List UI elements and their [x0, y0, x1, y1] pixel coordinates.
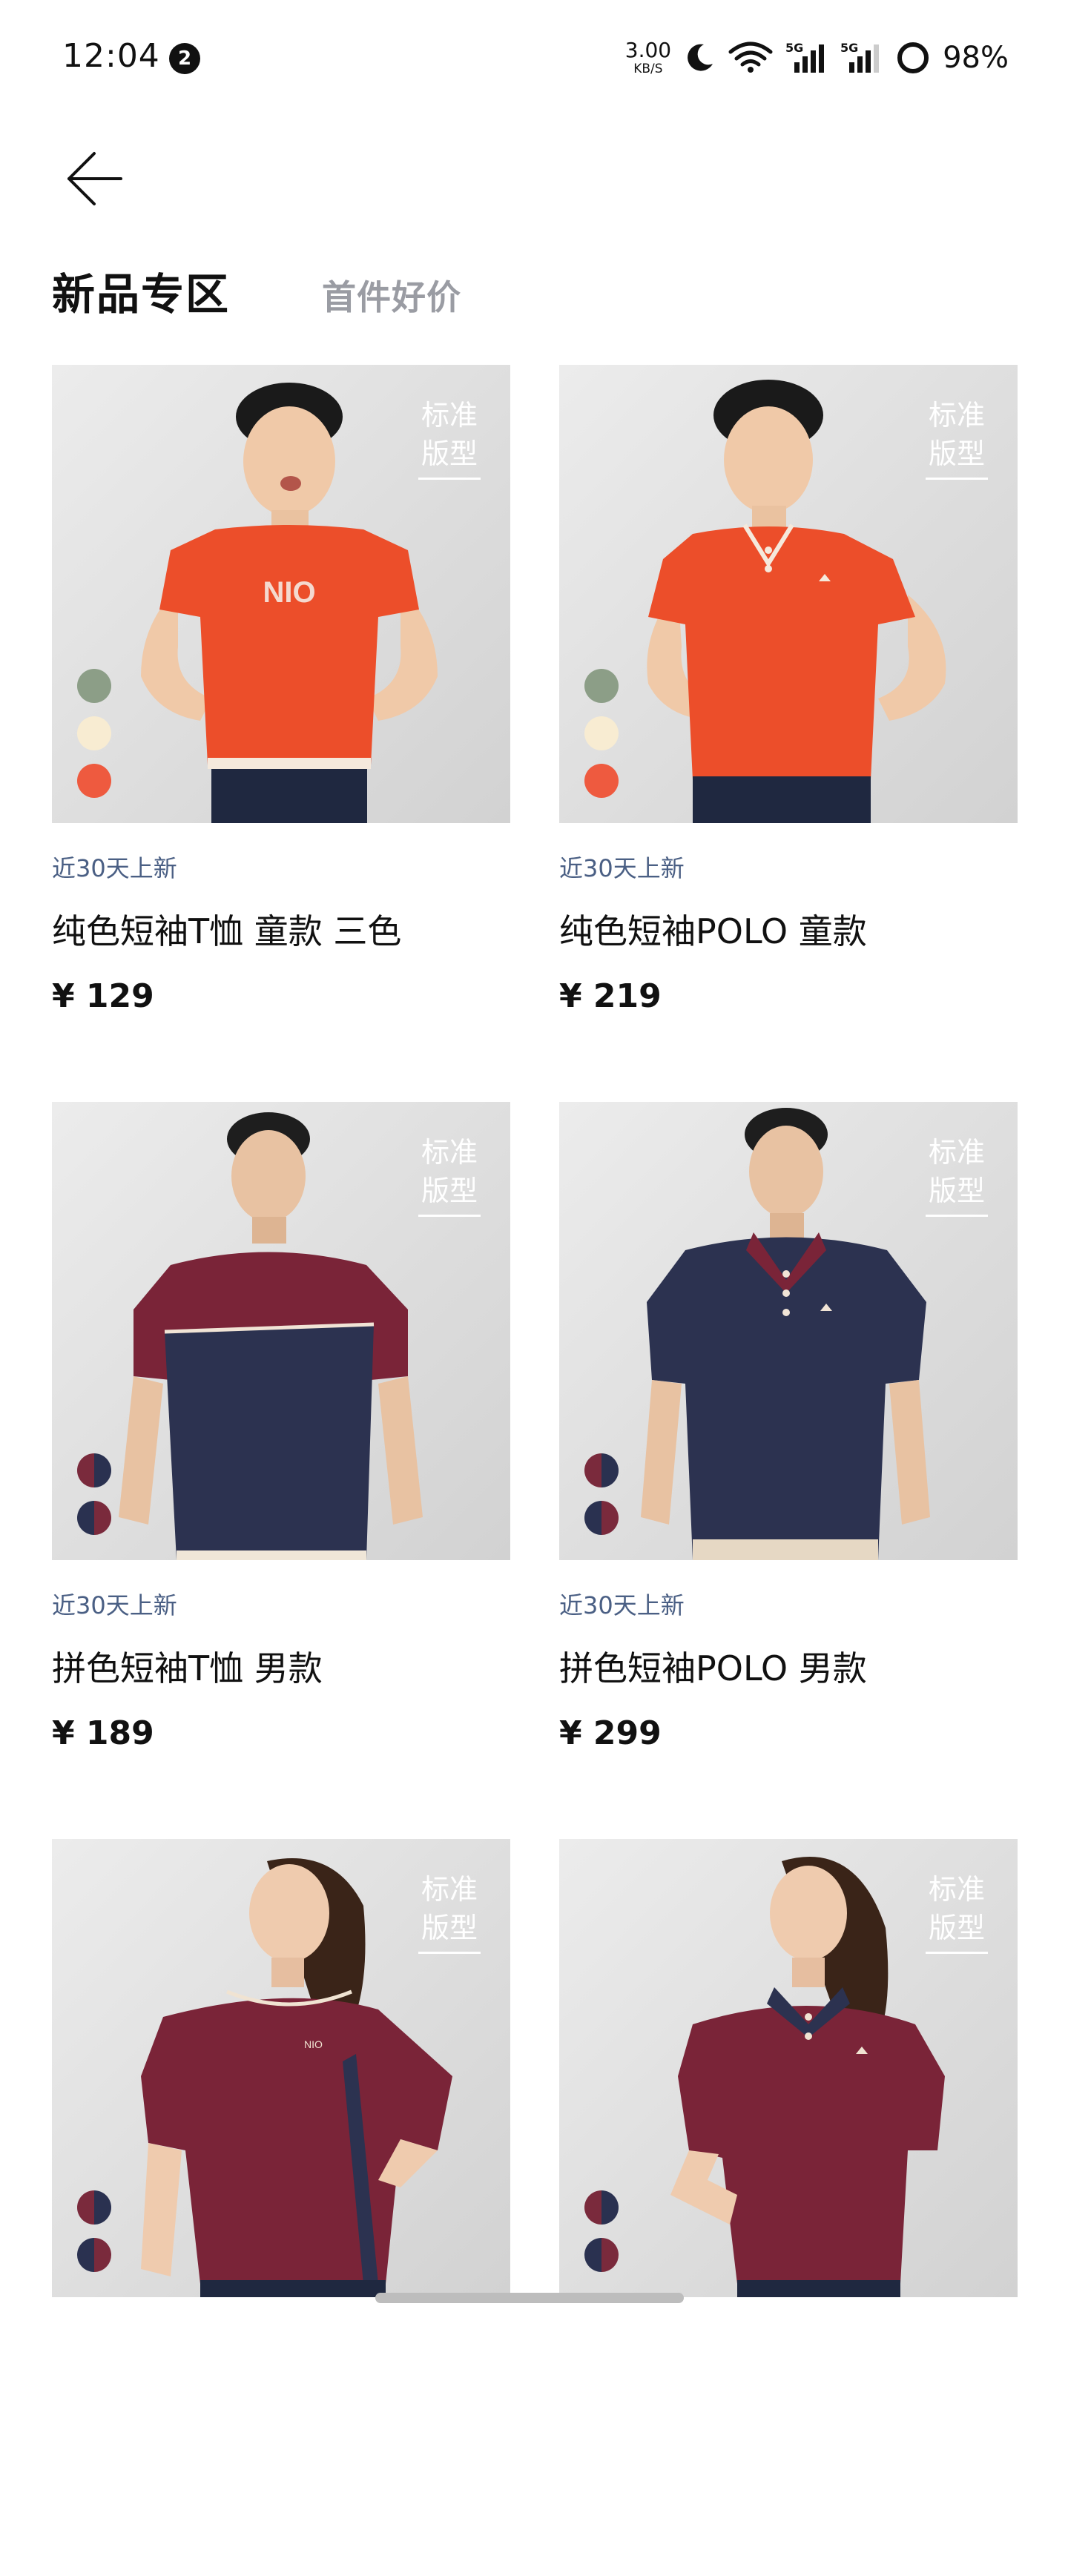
color-swatch[interactable]	[77, 716, 111, 750]
status-time: 12:04	[62, 37, 160, 75]
color-swatch[interactable]	[584, 2238, 619, 2272]
fit-label: 标准 版型	[418, 1133, 481, 1217]
arrow-left-icon	[67, 152, 122, 205]
product-title[interactable]: 拼色短袖POLO 男款	[559, 1642, 1018, 1688]
product-price: ¥ 219	[559, 977, 662, 1015]
product-image[interactable]: NIO 标准 版型	[52, 1839, 510, 2297]
color-swatch[interactable]	[77, 2190, 111, 2225]
svg-text:5G: 5G	[785, 41, 803, 55]
color-swatch[interactable]	[77, 2238, 111, 2272]
moon-icon	[688, 44, 713, 71]
network-speed-value: 3.00	[624, 38, 672, 62]
tab-first-item-deal[interactable]: 首件好价	[322, 271, 461, 320]
category-tabs: 新品专区 首件好价	[52, 260, 461, 322]
new-arrival-tag: 近30天上新	[52, 1591, 177, 1619]
color-swatch[interactable]	[584, 1453, 619, 1487]
color-swatches	[584, 1453, 619, 1535]
tab-new-products[interactable]: 新品专区	[52, 260, 230, 322]
home-indicator[interactable]	[375, 2293, 684, 2303]
battery-percent: 98%	[943, 41, 1009, 75]
product-image[interactable]: 标准 版型	[559, 1839, 1018, 2297]
fit-label: 标准 版型	[926, 1870, 988, 1954]
product-card[interactable]: 标准 版型 近30天上新 纯色短袖POLO 童款 ¥ 219	[559, 365, 1018, 1102]
product-card[interactable]: NIO 标准 版型 近30天上新 纯色短袖T恤 童款 三色 ¥ 129	[52, 365, 510, 1102]
color-swatches	[77, 669, 111, 798]
battery-ring-icon	[897, 42, 929, 73]
color-swatches	[77, 1453, 111, 1535]
fit-label: 标准 版型	[926, 396, 988, 480]
product-price: ¥ 189	[52, 1714, 154, 1752]
color-swatch[interactable]	[77, 1501, 111, 1535]
color-swatch[interactable]	[77, 669, 111, 703]
color-swatch[interactable]	[77, 764, 111, 798]
product-card[interactable]: 标准 版型 近30天上新 拼色短袖T恤 男款 ¥ 189	[52, 1102, 510, 1839]
fit-label: 标准 版型	[926, 1133, 988, 1217]
new-arrival-tag: 近30天上新	[559, 1591, 685, 1619]
signal-5g-icon: 5G	[785, 41, 825, 73]
network-speed: 3.00 KB/S	[625, 40, 671, 76]
svg-text:NIO: NIO	[263, 576, 315, 609]
signal-5g-icon-2: 5G	[840, 41, 880, 73]
color-swatch[interactable]	[77, 1453, 111, 1487]
status-icons: 3.00 KB/S 5G 5G 98%	[625, 36, 1009, 80]
product-title[interactable]: 纯色短袖POLO 童款	[559, 905, 1018, 951]
product-grid: NIO 标准 版型 近30天上新 纯色短袖T恤 童款 三色 ¥ 129 标准 版…	[52, 365, 1018, 2576]
network-speed-unit: KB/S	[633, 62, 663, 76]
color-swatch[interactable]	[584, 1501, 619, 1535]
product-title[interactable]: 拼色短袖T恤 男款	[52, 1642, 510, 1688]
fit-label: 标准 版型	[418, 396, 481, 480]
product-image[interactable]: 标准 版型	[559, 1102, 1018, 1560]
product-title[interactable]: 纯色短袖T恤 童款 三色	[52, 905, 510, 951]
back-button[interactable]	[52, 138, 134, 219]
new-arrival-tag: 近30天上新	[52, 854, 177, 882]
product-image[interactable]: 标准 版型	[559, 365, 1018, 823]
status-bar: 12:04 2 3.00 KB/S 5G 5G 98%	[0, 0, 1068, 119]
product-card[interactable]: 标准 版型	[559, 1839, 1018, 2576]
color-swatch[interactable]	[584, 716, 619, 750]
color-swatches	[77, 2190, 111, 2272]
color-swatch[interactable]	[584, 669, 619, 703]
color-swatch[interactable]	[584, 764, 619, 798]
product-image[interactable]: 标准 版型	[52, 1102, 510, 1560]
product-card[interactable]: 标准 版型 近30天上新 拼色短袖POLO 男款 ¥ 299	[559, 1102, 1018, 1839]
notification-badge: 2	[169, 43, 200, 74]
new-arrival-tag: 近30天上新	[559, 854, 685, 882]
product-price: ¥ 129	[52, 977, 154, 1015]
fit-label: 标准 版型	[418, 1870, 481, 1954]
color-swatches	[584, 2190, 619, 2272]
color-swatch[interactable]	[584, 2190, 619, 2225]
product-card[interactable]: NIO 标准 版型	[52, 1839, 510, 2576]
svg-text:5G: 5G	[840, 41, 858, 55]
svg-text:NIO: NIO	[304, 2038, 323, 2050]
wifi-icon	[728, 42, 773, 73]
color-swatches	[584, 669, 619, 798]
product-price: ¥ 299	[559, 1714, 662, 1752]
product-image[interactable]: NIO 标准 版型	[52, 365, 510, 823]
